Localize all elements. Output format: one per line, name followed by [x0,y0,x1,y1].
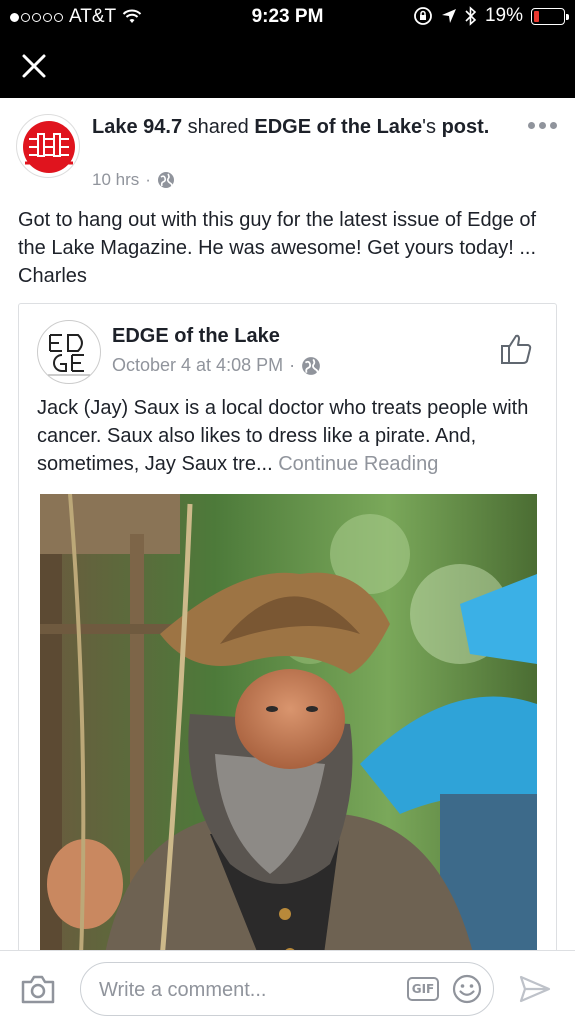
page-avatar[interactable] [16,114,80,178]
post-header: Lake 94.7 shared EDGE of the Lake's post… [92,114,512,141]
like-icon [501,334,532,364]
status-right: 19% [413,5,569,27]
globe-icon [302,356,320,375]
battery-level [534,10,540,22]
status-bar: AT&T 9:23 PM 19% [0,0,575,36]
shared-time[interactable]: October 4 at 4:08 PM [112,355,283,376]
source-page-link[interactable]: EDGE of the Lake [254,116,422,138]
post-link[interactable]: post. [442,116,490,138]
comment-input[interactable]: Write a comment... GIF [80,962,494,1016]
page-name-link[interactable]: Lake 94.7 [92,116,182,138]
post-meta: 10 hrs · [92,170,175,190]
shared-word: shared [187,116,249,138]
possessive: 's [422,116,436,138]
edge-logo [48,334,92,376]
rotation-lock-icon [414,7,432,25]
emoji-button[interactable] [452,974,482,1004]
battery-icon [531,7,569,25]
shared-post-card[interactable]: EDGE of the Lake October 4 at 4:08 PM · … [18,303,557,983]
shared-text: Jack (Jay) Saux is a local doctor who tr… [37,394,542,478]
top-nav-bar [0,36,575,98]
post-time[interactable]: 10 hrs [92,170,139,190]
meta-separator: · [289,355,296,375]
bluetooth-icon [465,6,477,26]
close-button[interactable] [18,50,50,82]
like-page-button[interactable] [500,332,534,366]
shared-photo[interactable] [40,494,537,982]
camera-icon [21,975,55,1004]
pirate-photo [40,494,537,982]
globe-icon [157,172,174,188]
meta-separator: · [145,170,151,189]
comment-bar: Write a comment... GIF [0,950,575,1024]
lake-logo [23,121,75,173]
close-icon [22,54,46,78]
continue-reading-link[interactable]: Continue Reading [278,453,438,475]
comment-placeholder: Write a comment... [99,979,267,1001]
more-options-icon [528,122,535,129]
location-icon [441,9,456,23]
shared-page-avatar[interactable] [37,320,101,384]
send-icon [519,975,551,1003]
send-button[interactable] [518,973,552,1005]
camera-button[interactable] [20,973,56,1005]
more-options-button[interactable] [528,122,557,129]
battery-percent: 19% [484,5,523,26]
shared-page-title[interactable]: EDGE of the Lake [112,325,280,348]
emoji-icon [452,974,482,1004]
shared-meta: October 4 at 4:08 PM · [112,355,321,376]
post-text: Got to hang out with this guy for the la… [18,209,537,287]
gif-button[interactable]: GIF [407,977,439,1001]
